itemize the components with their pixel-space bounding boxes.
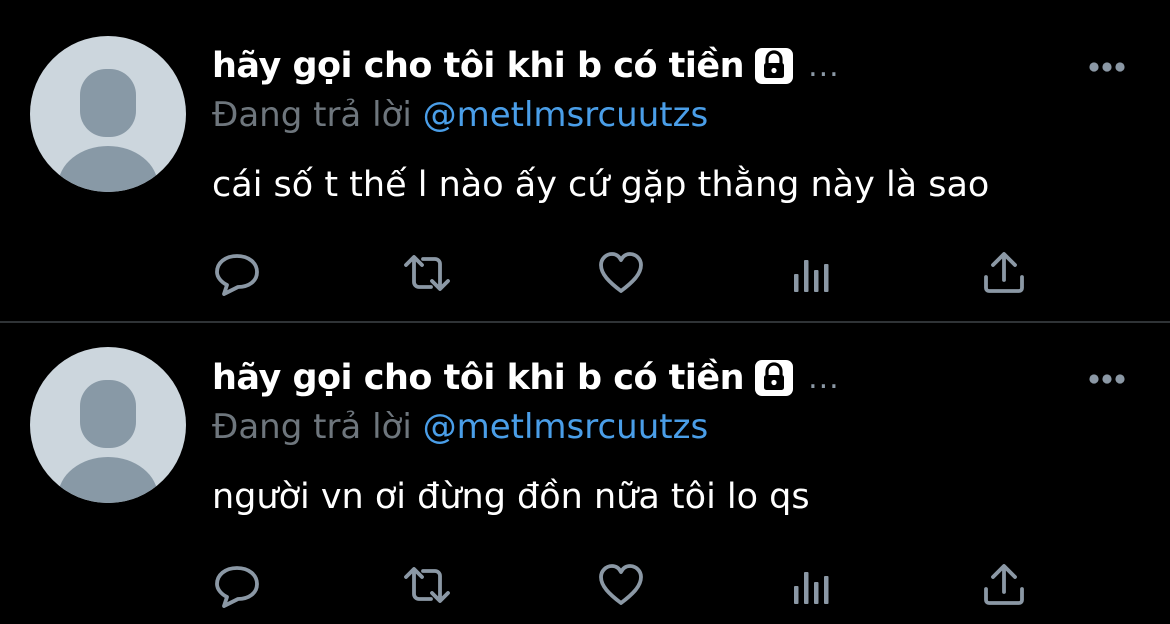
reply-icon[interactable] (213, 250, 261, 296)
lock-icon (754, 47, 794, 85)
author-display-name[interactable]: hãy gọi cho tôi khi b có tiền (212, 358, 745, 398)
tweet[interactable]: hãy gọi cho tôi khi b có tiền ... Đang t… (0, 0, 1170, 312)
author-overflow-ellipsis: ... (808, 48, 840, 84)
avatar[interactable] (30, 36, 186, 192)
more-options-icon[interactable] (1088, 58, 1126, 72)
replying-to-label: Đang trả lời (212, 407, 412, 447)
avatar[interactable] (30, 347, 186, 503)
author-row: hãy gọi cho tôi khi b có tiền ... (212, 43, 840, 89)
more-options-icon[interactable] (1088, 370, 1126, 384)
like-icon[interactable] (597, 250, 645, 296)
share-icon[interactable] (980, 562, 1028, 608)
author-row: hãy gọi cho tôi khi b có tiền ... (212, 355, 840, 401)
author-overflow-ellipsis: ... (808, 360, 840, 396)
replying-to-line: Đang trả lời @metlmsrcuutzs (212, 95, 708, 135)
avatar-shoulders-shape (58, 146, 158, 192)
tweet-text: cái số t thế l nào ấy cứ gặp thằng này l… (212, 165, 990, 205)
replying-to-handle-link[interactable]: @metlmsrcuutzs (423, 95, 709, 135)
avatar-head-shape (80, 380, 136, 448)
avatar-shoulders-shape (58, 457, 158, 503)
analytics-icon[interactable] (789, 250, 837, 296)
author-display-name[interactable]: hãy gọi cho tôi khi b có tiền (212, 46, 745, 86)
replying-to-line: Đang trả lời @metlmsrcuutzs (212, 407, 708, 447)
tweet-text: người vn ơi đừng đồn nữa tôi lo qs (212, 477, 810, 517)
retweet-icon[interactable] (403, 250, 451, 296)
replying-to-handle-link[interactable]: @metlmsrcuutzs (423, 407, 709, 447)
avatar-head-shape (80, 69, 136, 137)
tweet[interactable]: hãy gọi cho tôi khi b có tiền ... Đang t… (0, 312, 1170, 624)
lock-icon (754, 359, 794, 397)
replying-to-label: Đang trả lời (212, 95, 412, 135)
analytics-icon[interactable] (789, 562, 837, 608)
share-icon[interactable] (980, 250, 1028, 296)
like-icon[interactable] (597, 562, 645, 608)
retweet-icon[interactable] (403, 562, 451, 608)
reply-icon[interactable] (213, 562, 261, 608)
